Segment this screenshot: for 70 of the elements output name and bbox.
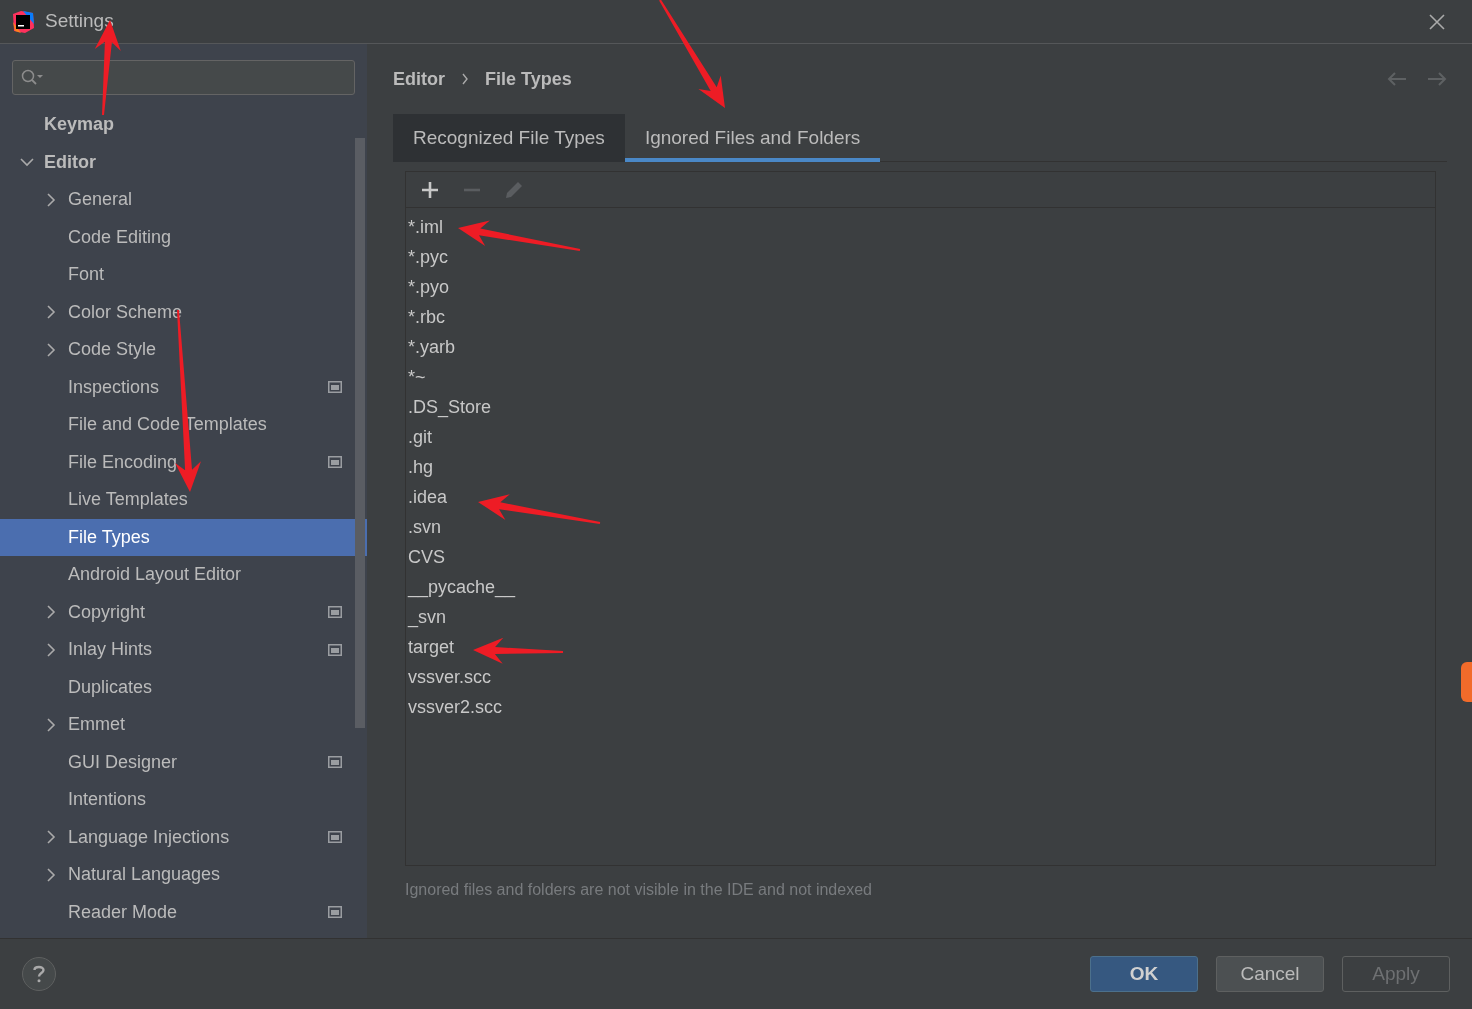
tree-item[interactable]: Natural Languages: [0, 856, 367, 894]
project-scope-icon: [328, 456, 342, 469]
chevron-right-icon[interactable]: [44, 830, 58, 845]
tree-item[interactable]: Language Injections: [0, 818, 367, 856]
scrollbar-thumb[interactable]: [355, 138, 365, 728]
list-item[interactable]: *.rbc: [406, 302, 445, 332]
tree-item[interactable]: Keymap: [0, 106, 367, 144]
chevron-right-icon[interactable]: [44, 342, 58, 357]
list-item[interactable]: CVS: [406, 542, 445, 572]
tree-item[interactable]: Emmet: [0, 706, 367, 744]
search-icon: [21, 68, 45, 87]
tree-item[interactable]: GUI Designer: [0, 743, 367, 781]
tree-item[interactable]: Intentions: [0, 781, 367, 819]
list-item[interactable]: .hg: [406, 452, 434, 482]
list-item[interactable]: *~: [406, 362, 426, 392]
tree-item[interactable]: Code Editing: [0, 218, 367, 256]
help-button[interactable]: [22, 957, 56, 991]
list-item[interactable]: vssver.scc: [406, 662, 491, 692]
side-tab-icon[interactable]: [1461, 662, 1472, 702]
tree-item[interactable]: Inlay Hints: [0, 631, 367, 669]
tree-item[interactable]: Live Templates: [0, 481, 367, 519]
app-logo-icon: [11, 9, 35, 34]
tree-item[interactable]: General: [0, 181, 367, 219]
tree-item[interactable]: Android Layout Editor: [0, 556, 367, 594]
close-icon[interactable]: [1429, 13, 1445, 30]
tree-item[interactable]: Code Style: [0, 331, 367, 369]
tree-item[interactable]: Reader Mode: [0, 893, 367, 931]
breadcrumb-item[interactable]: File Types: [485, 65, 572, 93]
breadcrumb-separator-icon: [461, 73, 469, 85]
list-item[interactable]: __pycache__: [406, 572, 516, 602]
list-item[interactable]: .DS_Store: [406, 392, 492, 422]
project-scope-icon: [328, 606, 342, 619]
tree-item[interactable]: Copyright: [0, 593, 367, 631]
project-scope-icon: [328, 831, 342, 844]
list-item[interactable]: .svn: [406, 512, 441, 542]
project-scope-icon: [328, 381, 342, 394]
list-item[interactable]: *.pyc: [406, 242, 449, 272]
list-item[interactable]: *.yarb: [406, 332, 456, 362]
list-item[interactable]: .idea: [406, 482, 448, 512]
search-field[interactable]: [12, 60, 355, 95]
chevron-right-icon[interactable]: [44, 867, 58, 882]
hint-text: Ignored files and folders are not visible in the IDE and not indexed: [405, 880, 873, 900]
chevron-right-icon[interactable]: [44, 642, 58, 657]
chevron-right-icon[interactable]: [44, 605, 58, 620]
dialog-button[interactable]: OK: [1090, 956, 1198, 992]
tab[interactable]: Recognized File Types: [393, 114, 625, 162]
list-item[interactable]: *.iml: [406, 212, 443, 242]
list-item[interactable]: _svn: [406, 602, 447, 632]
chevron-right-icon[interactable]: [44, 305, 58, 320]
project-scope-icon: [328, 906, 342, 919]
window-title: Settings: [45, 9, 114, 34]
tree-item[interactable]: Font: [0, 256, 367, 294]
dialog-button[interactable]: Cancel: [1216, 956, 1324, 992]
list-item[interactable]: target: [406, 632, 455, 662]
help-icon: [33, 965, 45, 983]
list-item[interactable]: .git: [406, 422, 432, 452]
list-item[interactable]: vssver2.scc: [406, 692, 503, 722]
chevron-right-icon[interactable]: [44, 717, 58, 732]
tree-item[interactable]: Duplicates: [0, 668, 367, 706]
tree-item[interactable]: Color Scheme: [0, 293, 367, 331]
tab[interactable]: Ignored Files and Folders: [624, 114, 881, 162]
list-item[interactable]: *.pyo: [406, 272, 450, 302]
tree-item[interactable]: File Encoding: [0, 443, 367, 481]
project-scope-icon: [328, 756, 342, 769]
project-scope-icon: [328, 643, 342, 656]
chevron-right-icon[interactable]: [44, 192, 58, 207]
breadcrumb-item[interactable]: Editor: [393, 65, 445, 93]
tree-item[interactable]: File Types: [0, 518, 367, 556]
tree-item[interactable]: Editor: [0, 143, 367, 181]
tree-item[interactable]: Inspections: [0, 368, 367, 406]
